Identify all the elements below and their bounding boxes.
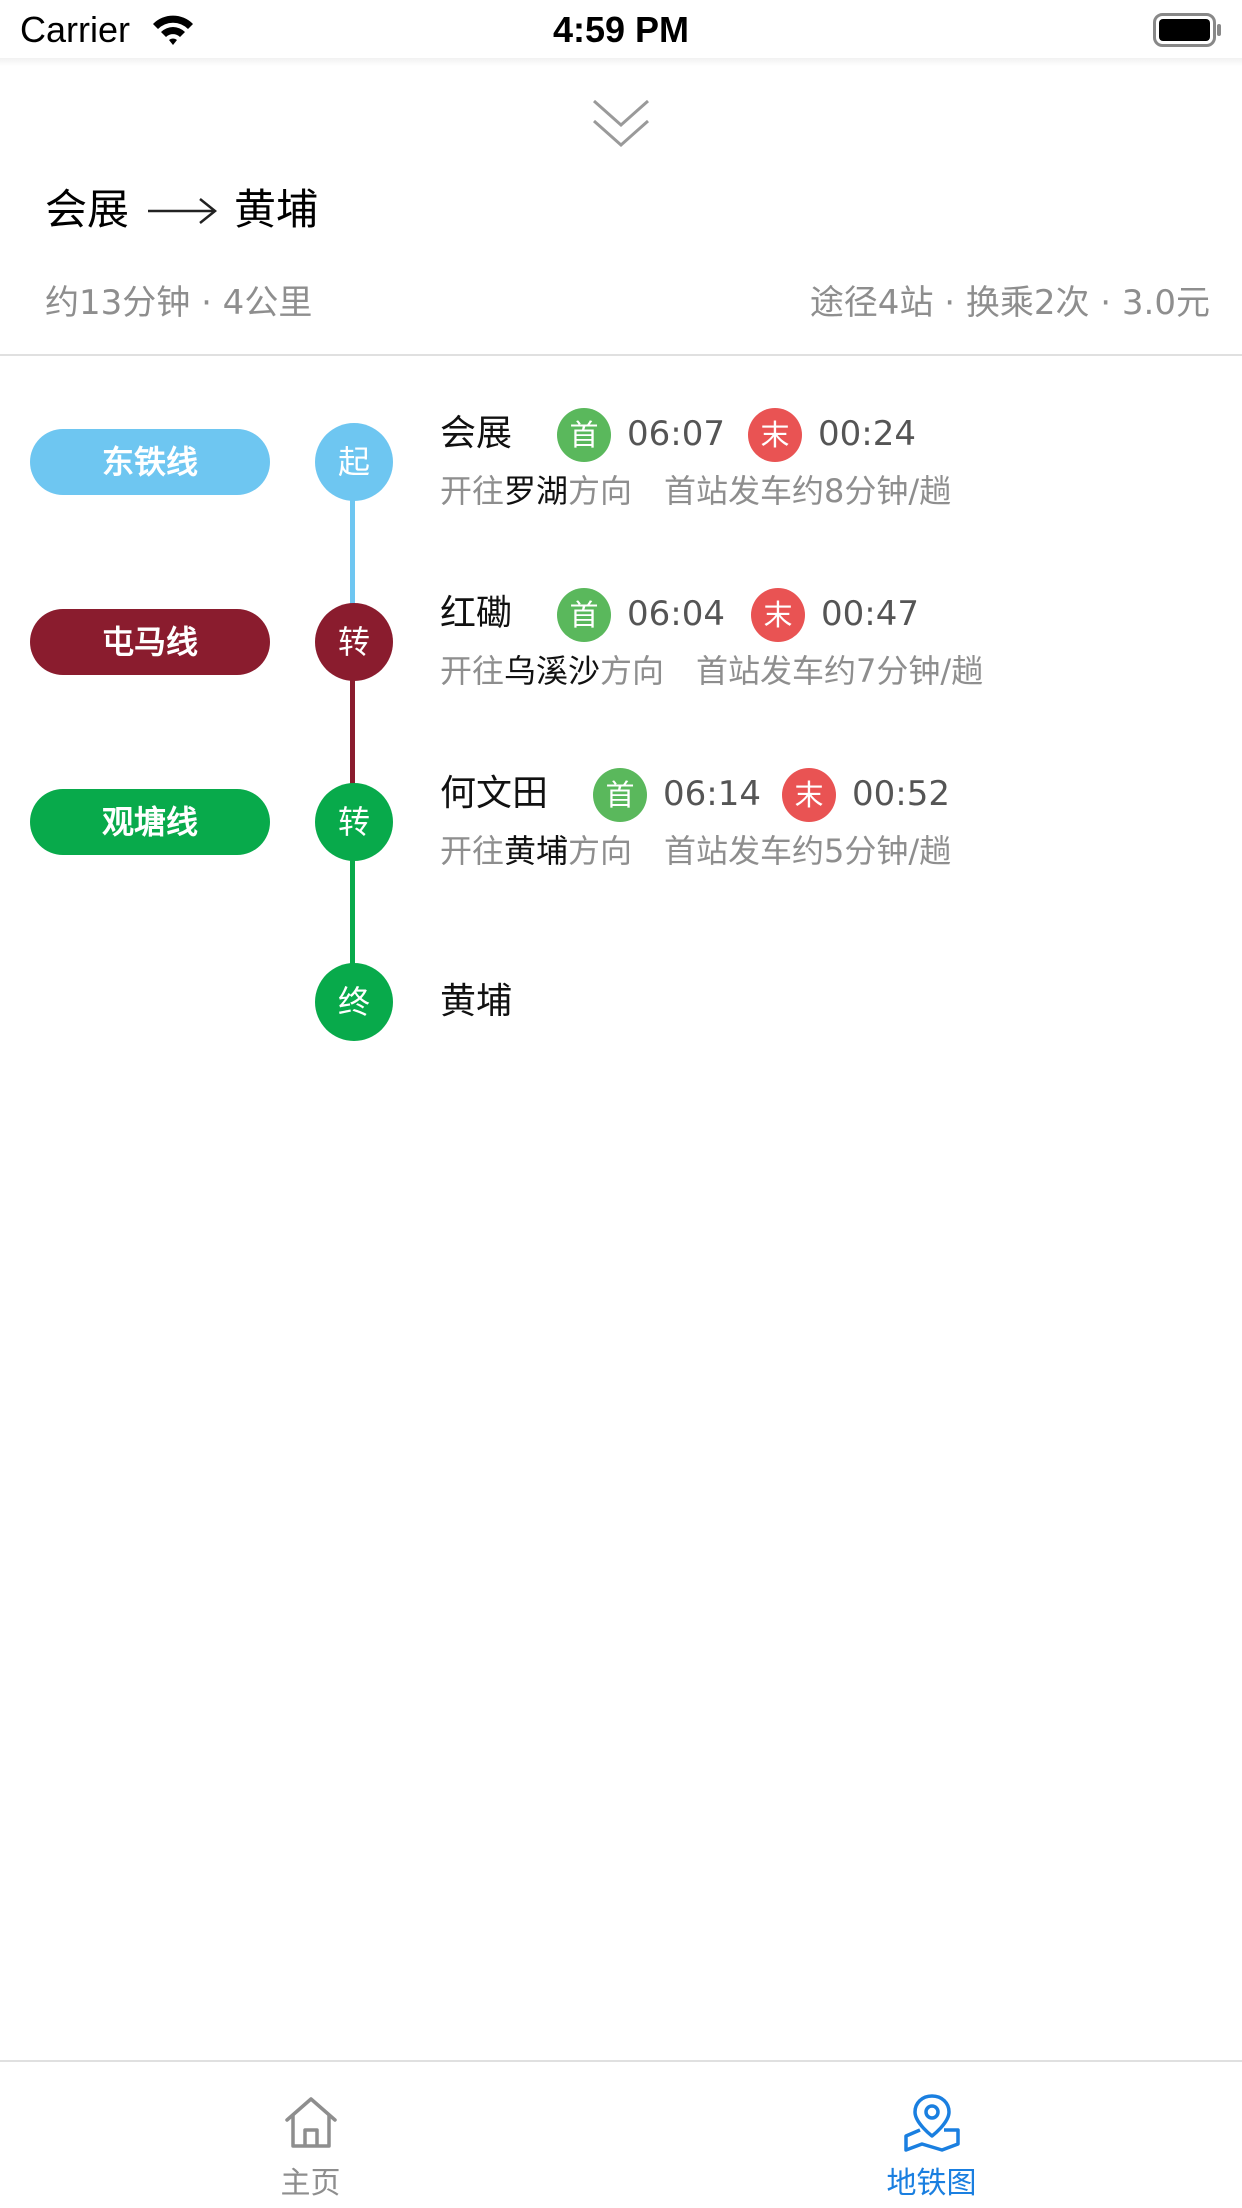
tab-home[interactable]: 主页 <box>0 2062 621 2208</box>
station-node-transfer: 转 <box>315 783 393 861</box>
line-pill-kwun-tong[interactable]: 观塘线 <box>30 789 270 855</box>
direction-row: 开往黄埔方向 首站发车约5分钟/趟 <box>440 829 951 873</box>
last-train-badge: 末 <box>748 408 802 462</box>
station-node-transfer: 转 <box>315 603 393 681</box>
route-destination: 黄埔 <box>234 185 319 234</box>
segment-kwun-tong <box>350 856 355 964</box>
chevrons-down-icon[interactable] <box>590 95 652 151</box>
home-icon <box>284 2097 337 2148</box>
last-train-badge: 末 <box>782 768 836 822</box>
tab-subway-map[interactable]: 地铁图 <box>621 2062 1242 2208</box>
header-divider <box>0 354 1242 356</box>
route-origin: 会展 <box>45 185 130 234</box>
direction-suffix: 方向 <box>568 472 633 510</box>
map-pin-icon <box>903 2094 960 2152</box>
last-train-badge: 末 <box>751 588 805 642</box>
first-train-badge: 首 <box>557 408 611 462</box>
header-shadow <box>0 58 1242 66</box>
first-train-time: 06:04 <box>627 594 725 634</box>
status-bar: Carrier 4:59 PM <box>0 0 1242 60</box>
train-frequency: 首站发车约5分钟/趟 <box>664 832 952 870</box>
long-arrow-right-icon <box>148 198 218 224</box>
direction-suffix: 方向 <box>600 652 665 690</box>
route-duration-distance: 约13分钟 · 4公里 <box>45 283 313 323</box>
battery-icon <box>1153 13 1221 47</box>
status-time: 4:59 PM <box>552 9 690 50</box>
direction-terminus: 黄埔 <box>504 832 569 870</box>
line-pill-east-rail[interactable]: 东铁线 <box>30 429 270 495</box>
line-pill-tuen-ma[interactable]: 屯马线 <box>30 609 270 675</box>
direction-terminus: 乌溪沙 <box>504 652 601 690</box>
direction-prefix: 开往 <box>440 832 505 870</box>
first-train-time: 06:14 <box>663 774 761 814</box>
direction-terminus: 罗湖 <box>504 472 569 510</box>
station-name: 会展 <box>440 413 513 454</box>
first-train-badge: 首 <box>593 768 647 822</box>
direction-prefix: 开往 <box>440 472 505 510</box>
direction-row: 开往罗湖方向 首站发车约8分钟/趟 <box>440 469 951 513</box>
station-node-end: 终 <box>315 963 393 1041</box>
tab-home-label: 主页 <box>280 2166 341 2201</box>
last-train-time: 00:47 <box>821 594 919 634</box>
train-frequency: 首站发车约7分钟/趟 <box>696 652 984 690</box>
route-stops-transfers-fare: 途径4站 · 换乘2次 · 3.0元 <box>809 283 1210 323</box>
station-node-start: 起 <box>315 423 393 501</box>
station-name: 何文田 <box>440 773 549 814</box>
train-frequency: 首站发车约8分钟/趟 <box>664 472 952 510</box>
last-train-time: 00:52 <box>852 774 950 814</box>
segment-east-rail <box>350 496 355 604</box>
direction-prefix: 开往 <box>440 652 505 690</box>
tab-subway-map-label: 地铁图 <box>886 2166 977 2201</box>
last-train-time: 00:24 <box>818 414 916 454</box>
end-station-name: 黄埔 <box>440 981 513 1022</box>
direction-row: 开往乌溪沙方向 首站发车约7分钟/趟 <box>440 649 983 693</box>
first-train-badge: 首 <box>557 588 611 642</box>
first-train-time: 06:07 <box>627 414 725 454</box>
direction-suffix: 方向 <box>568 832 633 870</box>
segment-tuen-ma <box>350 676 355 784</box>
station-name: 红磡 <box>440 593 513 634</box>
